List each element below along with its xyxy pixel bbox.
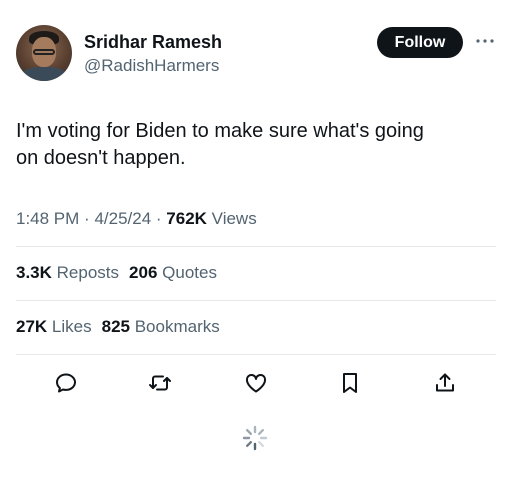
divider <box>16 300 496 301</box>
avatar[interactable] <box>16 25 72 81</box>
follow-button[interactable]: Follow <box>377 27 463 58</box>
likes-stat[interactable]: 27K Likes <box>16 317 92 336</box>
views-count: 762K <box>166 209 207 228</box>
share-icon[interactable] <box>430 368 460 398</box>
loading-spinner-icon <box>241 424 269 452</box>
reposts-stat[interactable]: 3.3K Reposts <box>16 263 119 282</box>
likes-bookmarks-row: 27K Likes 825 Bookmarks <box>16 317 220 337</box>
author-name[interactable]: Sridhar Ramesh <box>84 32 222 53</box>
tweet-text: I'm voting for Biden to make sure what's… <box>16 118 496 172</box>
tweet-meta: 1:48 PM · 4/25/24 · 762K Views <box>16 209 257 228</box>
divider <box>16 354 496 355</box>
tweet-text-line: on doesn't happen. <box>16 147 186 169</box>
quotes-stat[interactable]: 206 Quotes <box>129 263 217 282</box>
views-label: Views <box>211 209 257 228</box>
bookmark-icon[interactable] <box>335 368 365 398</box>
tweet-time[interactable]: 1:48 PM <box>16 209 79 228</box>
like-icon[interactable] <box>241 368 271 398</box>
divider <box>16 246 496 247</box>
tweet-text-line: I'm voting for Biden to make sure what's… <box>16 120 424 142</box>
more-options-icon[interactable] <box>474 30 496 52</box>
bookmarks-stat[interactable]: 825 Bookmarks <box>102 317 220 336</box>
author-handle[interactable]: @RadishHarmers <box>84 56 219 76</box>
tweet-date[interactable]: 4/25/24 <box>94 209 151 228</box>
repost-icon[interactable] <box>145 368 175 398</box>
reply-icon[interactable] <box>51 368 81 398</box>
action-bar <box>0 368 512 398</box>
tweet-detail: Sridhar Ramesh @RadishHarmers Follow I'm… <box>0 0 512 494</box>
reposts-quotes-row: 3.3K Reposts 206 Quotes <box>16 263 217 283</box>
